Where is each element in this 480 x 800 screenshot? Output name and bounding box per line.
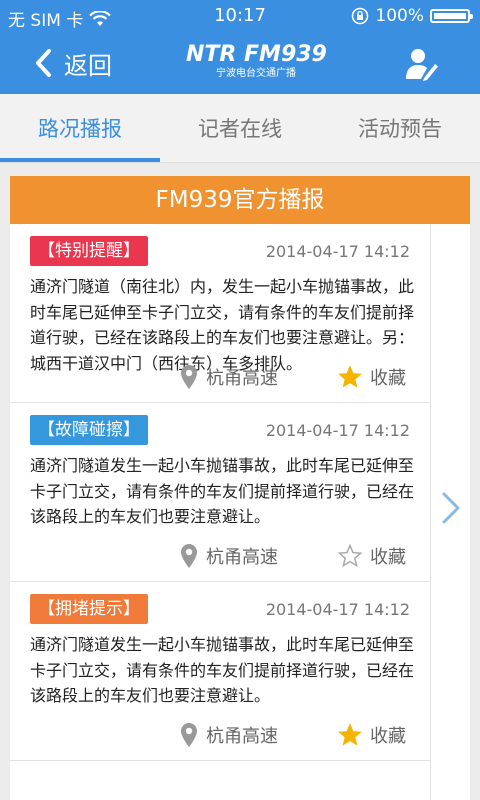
favorite-label: 收藏 [370,368,406,389]
news-date: 2014-04-17 14:12 [265,242,410,261]
tab-bar: 路况播报 记者在线 活动预告 [0,94,480,163]
news-meta: 杭甬高速 收藏 [10,543,430,573]
news-content: 通济门隧道发生一起小车抛锚事故，此时车尾已延伸至卡子门立交，请有条件的车友们提前… [30,635,415,705]
location-pin-icon [181,365,197,389]
favorite-button[interactable]: 收藏 [338,722,406,748]
news-item[interactable]: 【特别提醒】 2014-04-17 14:12 通济门隧道（南往北）内，发生一起… [10,224,430,403]
nav-bar: 返回 NTR FM939 宁波电台交通广播 [0,32,480,94]
location-label: 杭甬高速 [206,368,278,389]
broadcast-card: FM939官方播报 【特别提醒】 2014-04-17 14:12 通济门隧道（… [10,176,470,800]
tab-event-preview[interactable]: 活动预告 [320,94,480,162]
star-icon [338,723,362,746]
news-location[interactable]: 杭甬高速 [180,543,278,569]
news-meta: 杭甬高速 收藏 [10,364,430,394]
news-meta: 杭甬高速 收藏 [10,722,430,752]
chevron-left-icon [36,49,51,77]
news-content: 通济门隧道（南往北）内，发生一起小车抛锚事故，此时车尾已延伸至卡子门立交，请有条… [30,277,415,373]
location-label: 杭甬高速 [206,547,278,568]
logo-sub-text: 宁波电台交通广播 [216,68,296,79]
favorite-button[interactable]: 收藏 [338,364,406,390]
news-tag: 【拥堵提示】 [30,594,148,624]
status-right: 100% [351,6,473,26]
news-tag: 【特别提醒】 [30,236,148,266]
battery-percent: 100% [375,6,424,26]
logo: NTR FM939 宁波电台交通广播 [186,42,327,86]
profile-button[interactable] [404,46,440,82]
location-pin-icon [181,544,197,568]
location-pin-icon [181,723,197,747]
news-date: 2014-04-17 14:12 [265,600,410,619]
news-location[interactable]: 杭甬高速 [180,364,278,390]
location-label: 杭甬高速 [206,726,278,747]
news-tag: 【故障碰擦】 [30,415,148,445]
news-list: 【特别提醒】 2014-04-17 14:12 通济门隧道（南往北）内，发生一起… [10,224,430,761]
tab-traffic-report[interactable]: 路况播报 [0,94,160,162]
news-date: 2014-04-17 14:12 [265,421,410,440]
news-content: 通济门隧道发生一起小车抛锚事故，此时车尾已延伸至卡子门立交，请有条件的车友们提前… [30,456,415,526]
tab-reporter-online[interactable]: 记者在线 [160,94,320,162]
chevron-right-icon[interactable] [438,488,464,528]
favorite-label: 收藏 [370,547,406,568]
card-title: FM939官方播报 [10,176,470,224]
news-item[interactable]: 【拥堵提示】 2014-04-17 14:12 通济门隧道发生一起小车抛锚事故，… [10,582,430,761]
user-edit-icon [406,49,438,81]
favorite-button[interactable]: 收藏 [338,543,406,569]
orientation-lock-icon [352,7,369,25]
news-location[interactable]: 杭甬高速 [180,722,278,748]
news-item[interactable]: 【故障碰擦】 2014-04-17 14:12 通济门隧道发生一起小车抛锚事故，… [10,403,430,582]
back-button[interactable]: 返回 [34,44,112,82]
back-label: 返回 [64,51,112,80]
favorite-label: 收藏 [370,726,406,747]
battery-icon [430,9,473,23]
star-outline-icon [338,544,362,568]
vertical-divider [430,224,431,800]
star-icon [338,365,362,388]
logo-main-text: NTR FM939 [186,42,327,67]
status-bar: 无 SIM 卡 10:17 100% [0,0,480,32]
